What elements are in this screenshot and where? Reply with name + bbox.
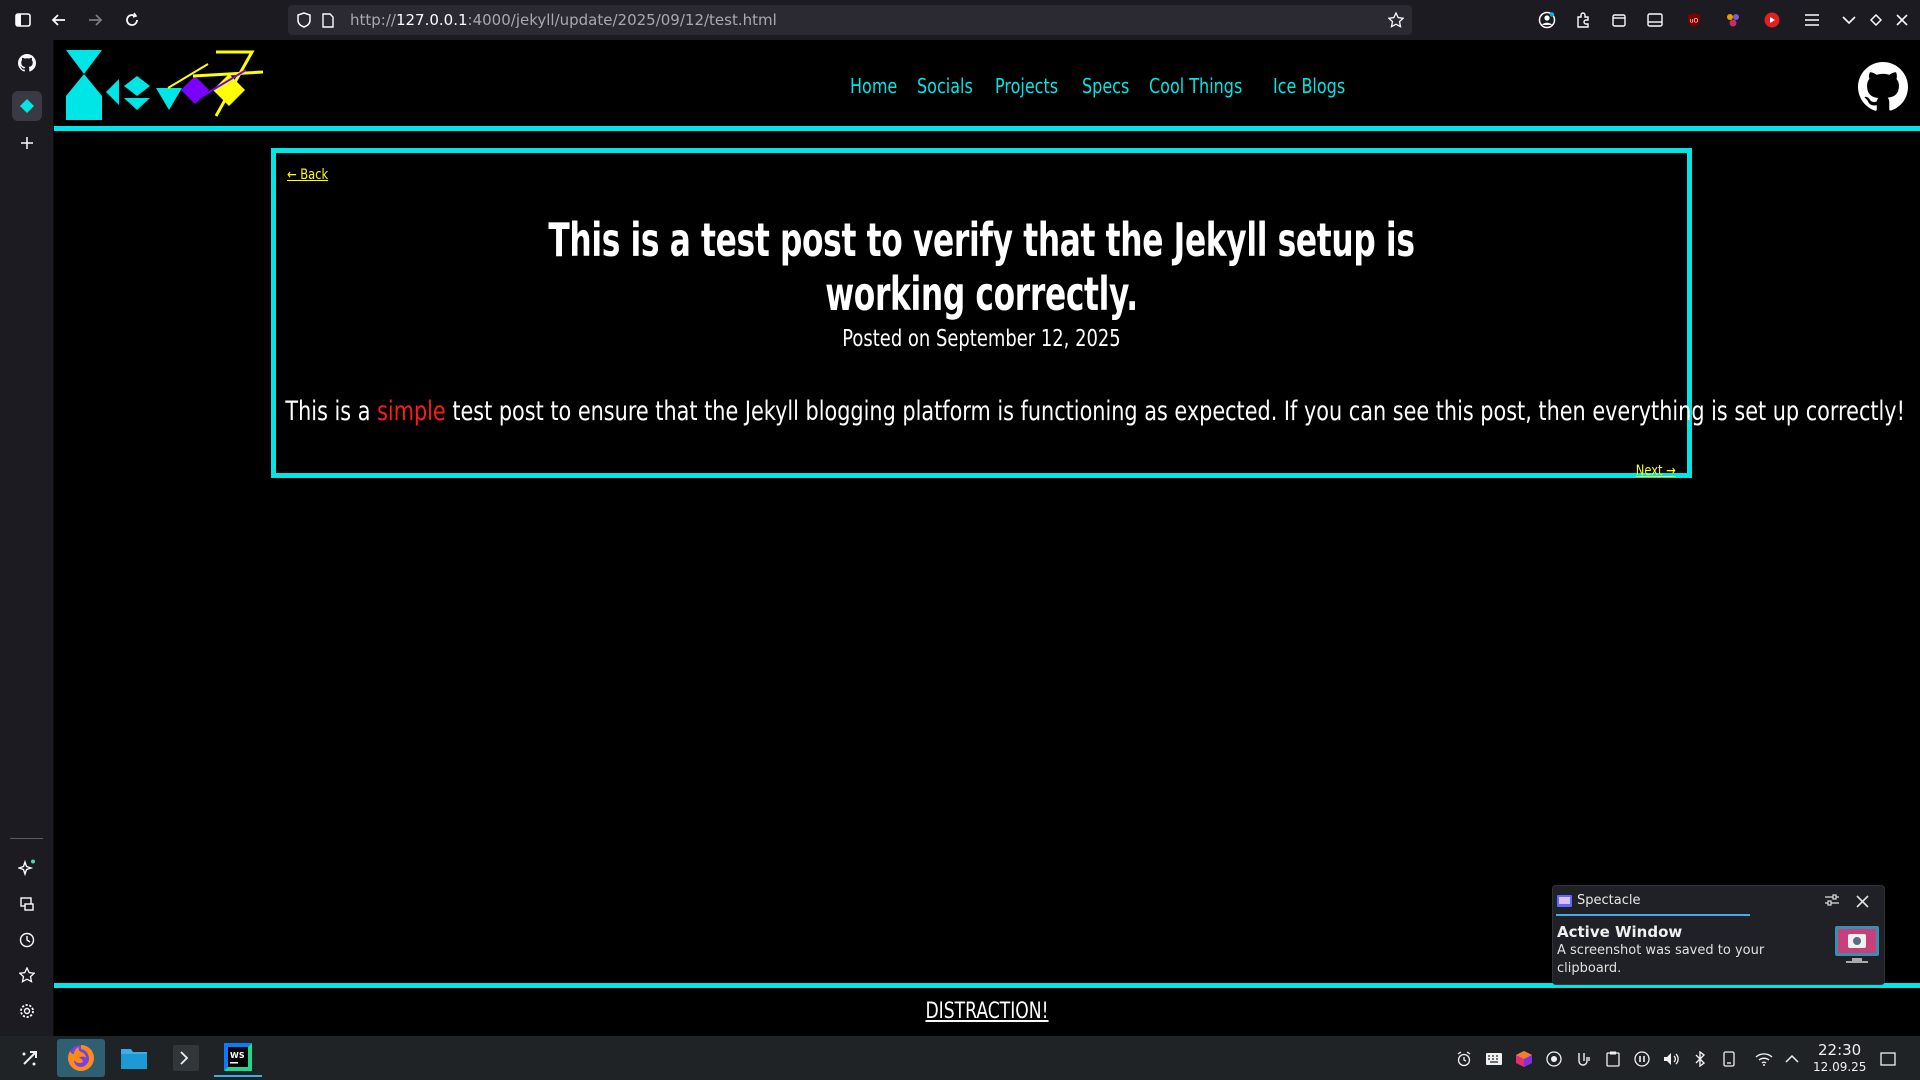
bookmarks-icon[interactable] [14,962,40,988]
volume-icon[interactable] [1661,1049,1681,1069]
notification-timeout-bar [1556,914,1750,916]
svg-text:uO: uO [1690,18,1699,25]
colorful-app-icon[interactable] [1514,1049,1534,1069]
taskbar-files-icon[interactable] [110,1039,158,1077]
browser-sidebar [0,40,54,1036]
next-link[interactable]: Next → [1636,463,1676,479]
nav-cool-things[interactable]: Cool Things [1149,74,1242,98]
app-launcher-icon[interactable] [10,1039,50,1077]
extensions-icon[interactable] [1571,8,1595,32]
nav-home[interactable]: Home [850,74,897,98]
chevron-down-icon[interactable] [1837,8,1861,32]
clock-time[interactable]: 22:30 [1818,1041,1861,1059]
notification-settings-icon[interactable] [1824,892,1840,912]
tabs-icon[interactable] [1643,8,1667,32]
restore-icon[interactable] [1864,8,1888,32]
add-icon[interactable] [14,130,40,156]
kde-connect-icon[interactable] [1574,1049,1594,1069]
site-nav: Home Socials Projects Specs Cool Things … [850,74,1350,98]
taskbar-webstorm-icon[interactable]: WS [214,1039,262,1077]
github-logo-icon[interactable] [1858,62,1908,112]
post-body-text: This is a [285,396,378,427]
disk-icon[interactable] [1544,1049,1564,1069]
keyboard-icon[interactable] [1484,1049,1504,1069]
phone-icon[interactable] [1719,1049,1739,1069]
svg-text:WS: WS [230,1051,245,1060]
spectacle-icon [1557,893,1572,912]
site-header: Home Socials Projects Specs Cool Things … [54,40,1920,131]
site-tab-diamond-icon[interactable] [12,91,42,121]
post-body-highlight: simple [377,396,446,427]
media-pause-icon[interactable] [1632,1049,1652,1069]
url-path: :4000/jekyll/update/2025/09/12/test.html [467,11,777,29]
post-body-text-rest: test post to ensure that the Jekyll blog… [445,396,1905,427]
notification-text: A screenshot was saved to your clipboard… [1557,943,1765,976]
url-bar[interactable]: http://127.0.0.1:4000/jekyll/update/2025… [288,5,1412,35]
wifi-icon[interactable] [1754,1049,1774,1069]
nav-projects[interactable]: Projects [995,74,1058,98]
ublock-icon[interactable]: uO [1682,8,1706,32]
bookmark-star-icon[interactable] [1384,8,1408,32]
ai-sparkle-icon[interactable] [14,855,40,881]
github-icon[interactable] [14,50,40,76]
youtube-icon[interactable] [1760,8,1784,32]
nav-socials[interactable]: Socials [917,74,973,98]
close-icon[interactable] [1890,8,1914,32]
notification-app-name: Spectacle [1577,893,1641,908]
taskbar: WS 22:30 12.09.25 [0,1036,1920,1080]
sidebar-toggle-icon[interactable] [11,8,35,32]
shield-icon[interactable] [292,8,316,32]
extension-puzzle-color-icon[interactable] [1721,8,1745,32]
back-icon[interactable] [47,8,71,32]
show-desktop-icon[interactable] [1878,1049,1898,1069]
post-date: Posted on September 12, 2025 [842,326,1121,352]
notification-title: Active Window [1557,923,1683,941]
browser-toolbar: http://127.0.0.1:4000/jekyll/update/2025… [0,0,1920,40]
settings-gear-icon[interactable] [14,998,40,1024]
alarm-icon[interactable] [1454,1049,1474,1069]
history-icon[interactable] [14,927,40,953]
clock-date[interactable]: 12.09.25 [1813,1060,1866,1074]
notification-close-icon[interactable] [1856,893,1869,912]
nav-ice-blogs[interactable]: Ice Blogs [1273,74,1345,98]
forward-icon[interactable] [83,8,107,32]
post-body: This is a simple test post to ensure tha… [285,396,1905,427]
clipboard-icon[interactable] [1603,1049,1623,1069]
taskbar-firefox-icon[interactable] [57,1039,105,1077]
back-link[interactable]: ← Back [287,167,328,183]
post-container: ← Back This is a test post to verify tha… [271,148,1905,479]
reload-icon[interactable] [120,8,144,32]
taskbar-terminal-icon[interactable] [162,1039,210,1077]
url-prefix: http:// [350,11,396,29]
sidebar-divider [10,838,43,839]
synced-tabs-icon[interactable] [14,891,40,917]
tray-expand-icon[interactable] [1782,1049,1802,1069]
url-text: http://127.0.0.1:4000/jekyll/update/2025… [350,11,777,29]
distraction-link[interactable]: DISTRACTION! [259,999,1714,1024]
page-icon[interactable] [316,8,340,32]
screenshot-notification[interactable]: Spectacle Active Window A screenshot was… [1552,885,1885,985]
account-icon[interactable] [1535,8,1559,32]
containers-icon[interactable] [1607,8,1631,32]
menu-icon[interactable] [1800,8,1824,32]
bluetooth-icon[interactable] [1690,1049,1710,1069]
nav-specs[interactable]: Specs [1082,74,1129,98]
site-logo[interactable] [66,50,296,120]
post-title: This is a test post to verify that the J… [548,213,1415,321]
url-host: 127.0.0.1 [395,11,468,29]
screenshot-thumbnail-icon[interactable] [1834,924,1880,970]
